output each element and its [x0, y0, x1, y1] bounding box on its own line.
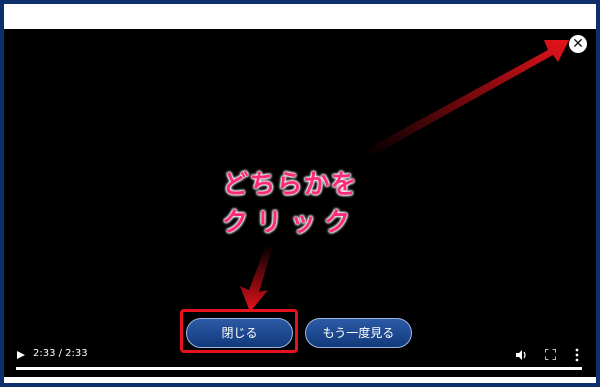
close-video-button[interactable]: 閉じる: [186, 318, 293, 348]
progress-bar[interactable]: [16, 367, 582, 370]
volume-icon[interactable]: [515, 349, 527, 361]
player-bottom-strip: [4, 377, 596, 383]
more-icon[interactable]: [575, 348, 579, 362]
fullscreen-icon[interactable]: [545, 349, 556, 360]
annotation-line-2: クリック: [221, 208, 358, 238]
play-icon[interactable]: [16, 350, 26, 360]
video-controls: 2:33 / 2:33: [4, 345, 596, 370]
time-display: 2:33 / 2:33: [33, 348, 88, 359]
annotation-line-1: どちらかを: [222, 170, 358, 200]
click-either-annotation: どちらかを クリック: [195, 166, 385, 242]
replay-button[interactable]: もう一度見る: [305, 318, 412, 348]
player-top-bar: [4, 4, 596, 29]
close-icon[interactable]: ✕: [569, 35, 587, 53]
progress-fill: [16, 367, 582, 370]
